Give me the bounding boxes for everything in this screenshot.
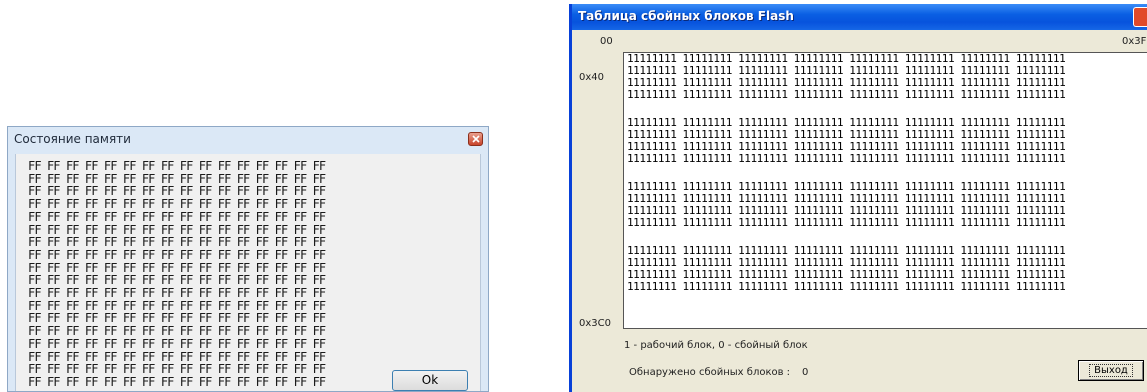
title-bar[interactable]: Таблица сбойных блоков Flash bbox=[572, 4, 1147, 30]
legend-text: 1 - рабочий блок, 0 - сбойный блок bbox=[624, 340, 808, 351]
dialog-title: Состояние памяти bbox=[14, 132, 131, 146]
exit-button[interactable]: Выход bbox=[1078, 360, 1144, 381]
ok-button[interactable]: Ok bbox=[392, 370, 468, 391]
memory-row: FF FF FF FF FF FF FF FF FF FF FF FF FF F… bbox=[28, 209, 326, 224]
column-end-label: 0x3F bbox=[1122, 36, 1147, 47]
block-row: 11111111 11111111 11111111 11111111 1111… bbox=[627, 152, 1066, 165]
memory-row: FF FF FF FF FF FF FF FF FF FF FF FF FF F… bbox=[28, 336, 326, 351]
exit-button-label: Выход bbox=[1089, 364, 1133, 377]
close-icon[interactable] bbox=[1133, 7, 1147, 27]
bad-blocks-label: Обнаружено сбойных блоков : bbox=[629, 367, 791, 378]
bad-blocks-count: 0 bbox=[802, 367, 809, 378]
dialog-title: Таблица сбойных блоков Flash bbox=[578, 9, 794, 23]
flash-bad-blocks-dialog: Таблица сбойных блоков Flash 00 0x3F 0x4… bbox=[569, 4, 1147, 392]
block-row: 11111111 11111111 11111111 11111111 1111… bbox=[627, 88, 1066, 101]
row-end-label: 0x3C0 bbox=[579, 318, 611, 329]
memory-state-dialog: Состояние памяти FF FF FF FF FF FF FF FF… bbox=[7, 126, 489, 392]
block-row: 11111111 11111111 11111111 11111111 1111… bbox=[627, 280, 1066, 293]
memory-row: FF FF FF FF FF FF FF FF FF FF FF FF FF F… bbox=[28, 374, 326, 389]
memory-dump: FF FF FF FF FF FF FF FF FF FF FF FF FF F… bbox=[28, 159, 326, 389]
bad-blocks-table: 11111111 11111111 11111111 11111111 1111… bbox=[623, 52, 1147, 329]
title-bar[interactable]: Состояние памяти bbox=[8, 127, 488, 153]
block-row: 11111111 11111111 11111111 11111111 1111… bbox=[627, 216, 1066, 229]
row-start-label: 0x40 bbox=[579, 72, 605, 83]
close-icon[interactable] bbox=[468, 132, 483, 146]
dialog-client: FF FF FF FF FF FF FF FF FF FF FF FF FF F… bbox=[15, 154, 481, 391]
memory-row: FF FF FF FF FF FF FF FF FF FF FF FF FF F… bbox=[28, 247, 326, 262]
column-start-label: 00 bbox=[600, 36, 613, 47]
memory-row: FF FF FF FF FF FF FF FF FF FF FF FF FF F… bbox=[28, 324, 326, 339]
memory-row: FF FF FF FF FF FF FF FF FF FF FF FF FF F… bbox=[28, 286, 326, 301]
memory-row: FF FF FF FF FF FF FF FF FF FF FF FF FF F… bbox=[28, 197, 326, 212]
memory-row: FF FF FF FF FF FF FF FF FF FF FF FF FF F… bbox=[28, 159, 326, 173]
